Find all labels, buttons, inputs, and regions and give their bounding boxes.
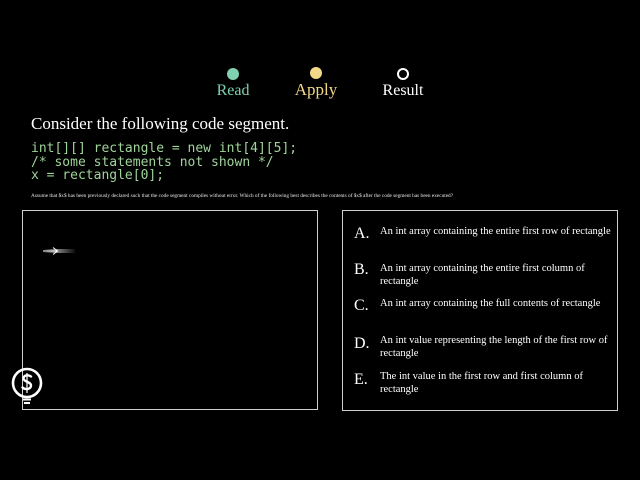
choice-d[interactable]: D. An int value representing the length … [354, 335, 610, 367]
choice-text: An int array containing the entire first… [380, 226, 611, 237]
step-result-label: Result [382, 82, 424, 99]
code-line: x = rectangle[0]; [31, 168, 165, 183]
work-area-panel[interactable] [22, 210, 318, 410]
step-apply[interactable]: Apply [276, 65, 356, 100]
step-apply-label: Apply [294, 80, 338, 99]
choice-text: The int value in the first row and first… [380, 371, 583, 395]
choice-letter: E. [354, 371, 368, 388]
question-prompt: Consider the following code segment. [31, 114, 290, 133]
cs-lightbulb-logo-icon [11, 367, 43, 404]
choice-letter: A. [354, 225, 370, 242]
code-line: int[][] rectangle = new int[4][5]; [31, 141, 298, 156]
code-segment: int[][] rectangle = new int[4][5]; /* so… [31, 142, 297, 183]
question-fine-print: Assume that $x$ has been previously decl… [31, 193, 454, 199]
step-read[interactable]: Read [193, 66, 273, 100]
choice-text: An int array containing the full content… [380, 298, 601, 309]
choice-b[interactable]: B. An int array containing the entire fi… [354, 261, 610, 293]
choice-text: An int value representing the length of … [380, 335, 608, 359]
step-result-dot [397, 68, 409, 80]
arrow-right-icon [43, 247, 75, 255]
choice-text: An int array containing the entire first… [380, 263, 585, 287]
answer-choices-panel: A. An int array containing the entire fi… [342, 210, 618, 411]
choice-letter: B. [354, 261, 369, 278]
step-result[interactable]: Result [363, 66, 443, 100]
choice-c[interactable]: C. An int array containing the full cont… [354, 297, 610, 329]
step-apply-dot [310, 67, 322, 79]
choice-letter: C. [354, 297, 369, 314]
step-read-label: Read [216, 82, 250, 99]
step-progress: Read Apply Result [0, 66, 640, 106]
choice-a[interactable]: A. An int array containing the entire fi… [354, 225, 611, 257]
choice-e[interactable]: E. The int value in the first row and fi… [354, 371, 610, 403]
code-line: /* some statements not shown */ [31, 154, 274, 170]
choice-letter: D. [354, 335, 370, 352]
step-read-dot [227, 68, 239, 80]
